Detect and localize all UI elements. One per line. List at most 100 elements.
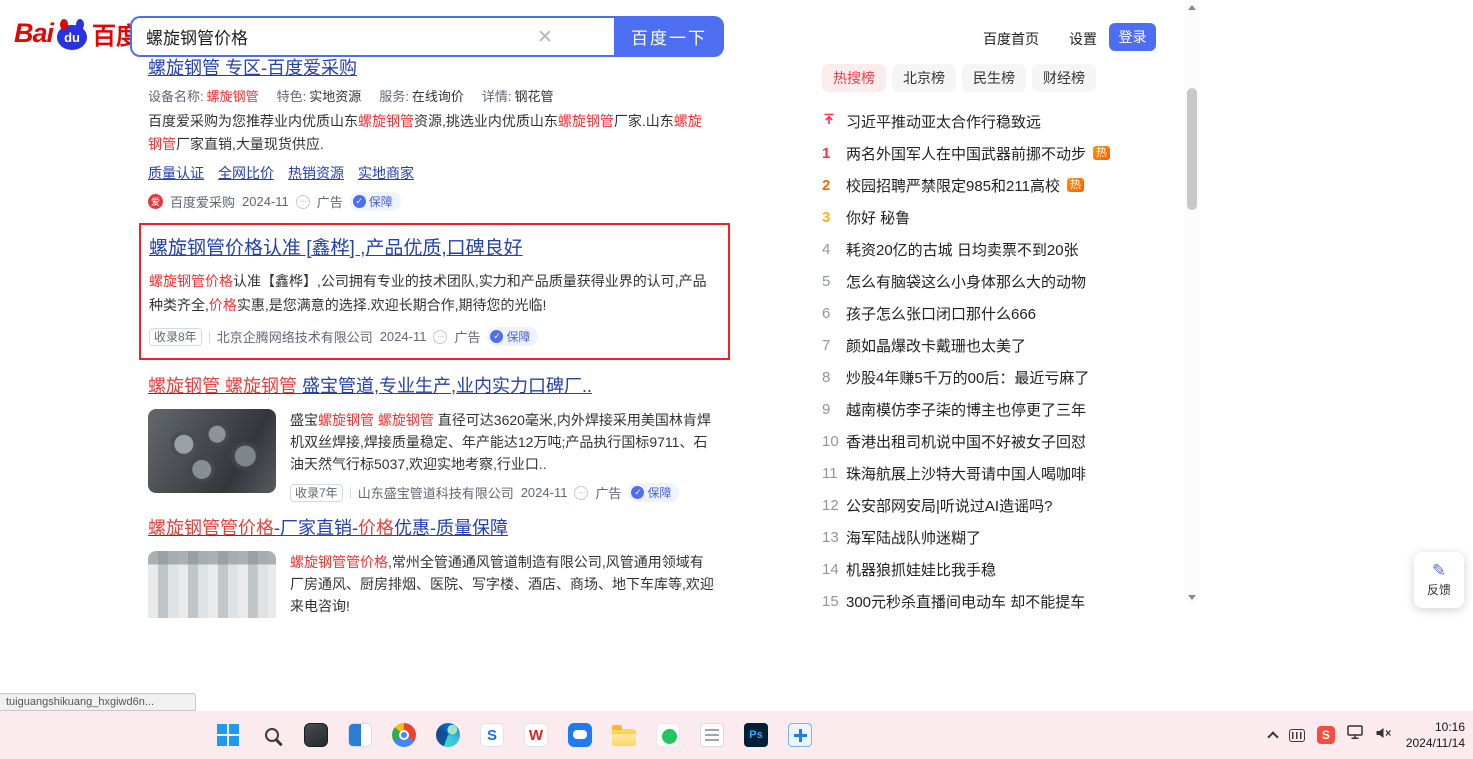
result-title[interactable]: 螺旋钢管 专区-百度爱采购 [148,58,357,79]
hot-link[interactable]: 校园招聘严禁限定985和211高校 [846,175,1060,196]
hot-rank: 8 [822,369,846,386]
tab-beijing-list[interactable]: 北京榜 [892,64,956,92]
scrollbar-down-icon[interactable] [1185,590,1199,604]
hot-link[interactable]: 两名外国军人在中国武器前挪不动步 [846,143,1086,164]
feedback-button[interactable]: 反馈 [1414,552,1464,608]
start-button[interactable] [208,713,248,757]
taskbar-app-dark[interactable] [296,713,336,757]
guarantee-badge: 保障 [628,483,679,502]
hot-rank: 3 [822,209,846,226]
taskbar-edge[interactable] [428,713,468,757]
desktop: Bai du 百度 ✕ 百度一下 百度首页 设置 登录 螺旋钢管 专区-百度爱采… [0,0,1473,759]
hot-link[interactable]: 越南模仿李子柒的博主也停更了三年 [846,399,1086,420]
hot-link[interactable]: 机器狼抓娃娃比我手稳 [846,559,996,580]
taskbar-photoshop[interactable]: Ps [736,713,776,757]
scrollbar-thumb[interactable] [1187,88,1197,210]
tag-link[interactable]: 热销资源 [288,163,344,183]
ad-info-icon[interactable] [433,330,447,344]
hot-item[interactable]: 9 越南模仿李子柒的博主也停更了三年 [822,393,1194,425]
hot-link[interactable]: 习近平推动亚太合作行稳致远 [846,111,1041,132]
hot-link[interactable]: 香港出租司机说中国不好被女子回怼 [846,431,1086,452]
hot-link[interactable]: 公安部网安局|听说过AI造谣吗? [846,495,1052,516]
hot-item[interactable]: 2 校园招聘严禁限定985和211高校 热 [822,169,1194,201]
hot-item[interactable]: 习近平推动亚太合作行稳致远 [822,105,1194,137]
hot-link[interactable]: 海军陆战队帅迷糊了 [846,527,981,548]
result-title[interactable]: 螺旋钢管 螺旋钢管 盛宝管道,专业生产,业内实力口碑厂.. [148,376,592,397]
hot-link[interactable]: 你好 秘鲁 [846,207,910,228]
result-thumbnail-ducts[interactable] [148,551,276,618]
tag-link[interactable]: 全网比价 [218,163,274,183]
result-title[interactable]: 螺旋钢管价格认准 [鑫桦] ,产品优质,口碑良好 [149,237,523,261]
hot-link[interactable]: 怎么有脑袋这么小身体那么大的动物 [846,271,1086,292]
taskbar-s-browser[interactable]: S [472,713,512,757]
taskbar-icons: S W Ps [208,713,820,757]
search-button[interactable]: 百度一下 [614,16,724,57]
sogou-input-icon[interactable]: S [1317,726,1335,744]
tab-finance-list[interactable]: 财经榜 [1032,64,1096,92]
hot-link[interactable]: 颜如晶爆改卡戴珊也太美了 [846,335,1026,356]
hot-item[interactable]: 11 珠海航展上沙特大哥请中国人喝咖啡 [822,457,1194,489]
hot-item[interactable]: 4 耗资20亿的古城 日均卖票不到20张 [822,233,1194,265]
result-title[interactable]: 螺旋钢管管价格-厂家直销-价格优惠-质量保障 [148,518,508,539]
hot-link[interactable]: 炒股4年赚5千万的00后：最近亏麻了 [846,367,1089,388]
ad-info-icon[interactable] [296,195,310,209]
hot-link[interactable]: 珠海航展上沙特大哥请中国人喝咖啡 [846,463,1086,484]
hot-rank: 5 [822,273,846,290]
tag-link[interactable]: 质量认证 [148,163,204,183]
taskbar-clock[interactable]: 10:16 2024/11/14 [1406,719,1465,751]
taskbar-green-app[interactable] [648,713,688,757]
volume-muted-icon[interactable] [1375,726,1392,745]
taskbar-notes-app[interactable] [692,713,732,757]
hot-item[interactable]: 14 机器狼抓娃娃比我手稳 [822,553,1194,585]
login-button[interactable]: 登录 [1109,23,1156,51]
nav-settings[interactable]: 设置 [1069,29,1097,49]
taskbar-chat-app[interactable] [560,713,600,757]
clear-icon[interactable]: ✕ [534,26,556,49]
hot-item[interactable]: 15 300元秒杀直播间电动车 却不能提车 [822,585,1194,617]
result-source: 爱 百度爱采购 2024-11 广告 保障 [148,192,738,211]
taskbar-search-button[interactable] [252,713,292,757]
tag-link[interactable]: 实地商家 [358,163,414,183]
highlighted-result-box: 螺旋钢管价格认准 [鑫桦] ,产品优质,口碑良好 螺旋钢管价格认准【鑫桦】,公司… [139,223,730,360]
tray-device-icon[interactable] [1289,729,1305,742]
scrollbar-up-icon[interactable] [1185,0,1199,14]
hot-rank: 13 [822,529,846,546]
hot-item[interactable]: 8 炒股4年赚5千万的00后：最近亏麻了 [822,361,1194,393]
hot-item[interactable]: 12 公安部网安局|听说过AI造谣吗? [822,489,1194,521]
ad-info-icon[interactable] [574,486,588,500]
baidu-logo[interactable]: Bai du 百度 [14,16,140,51]
taskbar-app-split[interactable] [340,713,380,757]
tab-livelihood-list[interactable]: 民生榜 [962,64,1026,92]
scrollbar[interactable] [1185,0,1199,604]
status-bubble[interactable]: tuiguangshikuang_hxgiwd6n... [0,693,196,711]
hot-item[interactable]: 7 颜如晶爆改卡戴珊也太美了 [822,329,1194,361]
baidu-paw-icon: du [57,25,87,50]
taskbar-meeting-app[interactable] [780,713,820,757]
top-pin-icon [822,112,846,131]
result-thumbnail-pipes[interactable] [148,409,276,493]
tray-chevron-icon[interactable] [1267,731,1278,742]
hot-item[interactable]: 5 怎么有脑袋这么小身体那么大的动物 [822,265,1194,297]
taskbar-wps[interactable]: W [516,713,556,757]
hot-item[interactable]: 13 海军陆战队帅迷糊了 [822,521,1194,553]
ad-label: 广告 [595,483,621,502]
edge-icon [436,723,460,747]
pencil-icon [1432,562,1446,579]
hot-item[interactable]: 10 香港出租司机说中国不好被女子回怼 [822,425,1194,457]
hot-item[interactable]: 1 两名外国军人在中国武器前挪不动步 热 [822,137,1194,169]
s-browser-icon: S [480,723,504,747]
hot-link[interactable]: 孩子怎么张口闭口那什么666 [846,303,1036,324]
hot-link[interactable]: 300元秒杀直播间电动车 却不能提车 [846,591,1085,612]
result-source: 收录7年 山东盛宝管道科技有限公司 2024-11 广告 保障 [290,483,714,502]
nav-baidu-home[interactable]: 百度首页 [983,29,1039,49]
tab-hot-list[interactable]: 热搜榜 [822,64,886,92]
folder-icon [612,729,636,746]
network-icon[interactable] [1347,725,1363,745]
result-description: 螺旋钢管管价格,常州全管通通风管道制造有限公司,风管通用领域有厂房通风、厨房排烟… [290,551,714,617]
taskbar-file-explorer[interactable] [604,713,644,757]
taskbar-chrome[interactable] [384,713,424,757]
hot-item[interactable]: 3 你好 秘鲁 [822,201,1194,233]
hot-link[interactable]: 耗资20亿的古城 日均卖票不到20张 [846,239,1079,260]
result-source: 收录8年 北京企腾网络技术有限公司 2024-11 广告 保障 [149,327,714,346]
hot-item[interactable]: 6 孩子怎么张口闭口那什么666 [822,297,1194,329]
